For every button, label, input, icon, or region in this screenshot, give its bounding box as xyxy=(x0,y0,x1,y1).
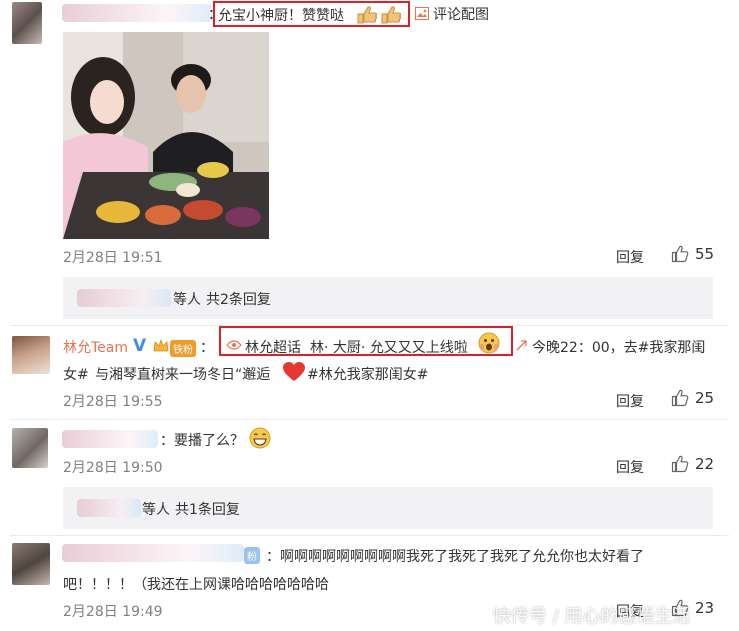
hashtag-link[interactable]: #林允我家那闺女# xyxy=(307,364,428,384)
verified-v-icon: V xyxy=(133,336,147,356)
heart-emoji-icon xyxy=(283,362,305,381)
avatar[interactable] xyxy=(12,428,48,468)
comment-link[interactable]: 今晚22：00，去#我家那闺 xyxy=(532,337,705,357)
grin-emoji-icon xyxy=(249,427,271,449)
comment-text-boxed: 林· 大厨· 允又又又上线啦 xyxy=(310,340,468,356)
watermark: 快传号 / 用心的感悟生活 xyxy=(493,606,691,627)
supertopic-link[interactable]: 林允超话 xyxy=(245,337,301,357)
like-count: 55 xyxy=(695,245,715,263)
like-button[interactable]: 25 xyxy=(671,389,714,407)
comment-timestamp: 2月28日 19:49 xyxy=(63,604,163,620)
reply-button[interactable]: 回复 xyxy=(616,247,644,267)
username-blurred[interactable] xyxy=(62,430,158,448)
avatar[interactable] xyxy=(12,2,42,44)
avatar[interactable] xyxy=(12,543,50,585)
link-icon xyxy=(515,339,528,356)
comment-image-link[interactable]: 评论配图 xyxy=(433,4,489,24)
reply-button[interactable]: 回复 xyxy=(616,391,644,411)
like-button[interactable]: 55 xyxy=(671,245,714,263)
thumbs-up-emoji-icon xyxy=(357,6,401,24)
crown-icon xyxy=(153,338,169,357)
comment-text-line1: ：啊啊啊啊啊啊啊啊啊我死了我死了我死了允允你也太好看了 xyxy=(266,549,644,565)
divider xyxy=(10,535,729,536)
surprised-emoji-icon xyxy=(478,332,500,354)
reply-summary[interactable]: 等人 共2条回复 xyxy=(63,277,713,319)
like-button[interactable]: 22 xyxy=(671,455,714,473)
comment-timestamp: 2月28日 19:55 xyxy=(63,394,163,410)
reply-summary-suffix: 等人 xyxy=(173,292,201,308)
reply-button[interactable]: 回复 xyxy=(616,457,644,477)
reply-summary[interactable]: 等人 共1条回复 xyxy=(63,487,713,529)
username-blurred xyxy=(77,289,171,307)
fan-badge: 粉 xyxy=(244,547,260,564)
thumbs-up-icon xyxy=(671,245,689,263)
username-blurred[interactable] xyxy=(62,4,212,22)
hashtag-link[interactable]: 女# xyxy=(63,364,89,384)
reply-count-link[interactable]: 共1条回复 xyxy=(175,499,240,519)
comment-text-line2: 与湘琴直树来一场冬日“邂逅 xyxy=(95,367,271,383)
fan-badge: 铁粉 xyxy=(170,340,196,357)
comment-photo[interactable] xyxy=(63,32,269,239)
comment-text-line2: 吧！！！！（我还在上网课哈哈哈哈哈哈哈 xyxy=(63,577,329,593)
like-count: 22 xyxy=(695,455,715,473)
like-count: 23 xyxy=(695,599,715,617)
comment-timestamp: 2月28日 19:50 xyxy=(63,460,163,476)
comment-text: 允宝小神厨！赞赞哒 xyxy=(218,8,344,24)
reply-summary-suffix: 等人 xyxy=(142,502,170,518)
username-blurred[interactable] xyxy=(62,544,244,562)
reply-count-link[interactable]: 共2条回复 xyxy=(206,289,271,309)
comment-timestamp: 2月28日 19:51 xyxy=(63,250,163,266)
divider xyxy=(10,419,729,420)
comment-colon: ： xyxy=(200,340,214,356)
thumbs-up-icon xyxy=(671,455,689,473)
thumbs-up-icon xyxy=(671,389,689,407)
like-count: 25 xyxy=(695,389,715,407)
comment-text: ：要播了么？ xyxy=(160,433,244,449)
supertopic-icon xyxy=(226,339,242,355)
image-icon xyxy=(415,7,429,24)
username-blurred xyxy=(77,499,141,517)
comment-username[interactable]: 林允Team xyxy=(63,337,128,357)
avatar[interactable] xyxy=(12,336,50,374)
